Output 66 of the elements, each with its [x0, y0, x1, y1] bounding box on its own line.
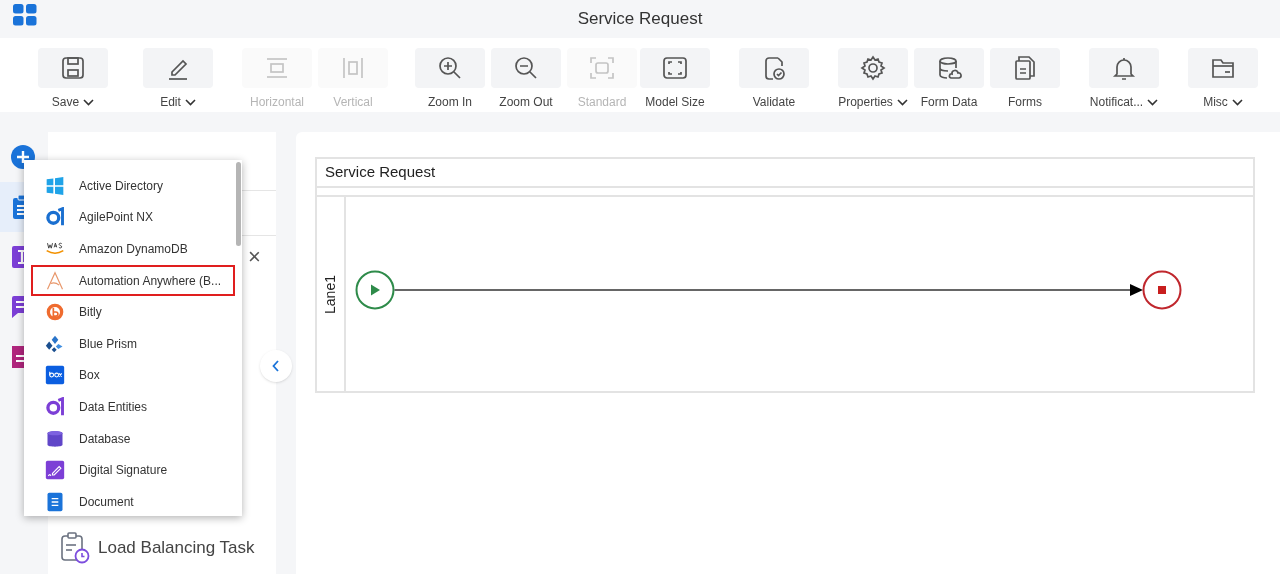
toolbar-label: Properties	[838, 94, 893, 111]
toolbar-button[interactable]	[739, 48, 809, 88]
frame-icon	[588, 54, 616, 82]
menu-item[interactable]: Bitly	[31, 296, 235, 328]
ring-icon	[45, 396, 65, 417]
toolbar-label: Zoom In	[428, 94, 472, 111]
menu-item[interactable]: Box	[31, 359, 235, 392]
menu-item[interactable]: Data Entities	[31, 391, 235, 423]
toolbar-menu-button[interactable]	[1089, 48, 1159, 88]
toolbar-label: Misc	[1203, 94, 1228, 111]
toolbar-label: Validate	[752, 94, 796, 111]
chevron-down-icon[interactable]	[1231, 98, 1243, 106]
end-event[interactable]	[1142, 270, 1182, 310]
toolbar-label: Forms	[1008, 94, 1042, 111]
chevron-down-icon[interactable]	[184, 98, 196, 106]
toolbar-label: Standard	[577, 94, 627, 111]
menu-item[interactable]: Blue Prism	[31, 327, 235, 360]
ring-letter-icon	[45, 302, 65, 323]
toolbar-label: Zoom Out	[499, 94, 553, 111]
database-icon	[45, 428, 65, 449]
app-grid-icon[interactable]	[13, 4, 37, 26]
menu-item[interactable]: Active Directory	[31, 170, 235, 202]
box-icon	[45, 365, 65, 386]
document-icon	[45, 491, 65, 512]
flow-arrow[interactable]	[393, 284, 1143, 296]
toolbar-label: Save	[51, 94, 80, 111]
toolbar-menu-button[interactable]	[1188, 48, 1258, 88]
chevron-left-icon	[272, 360, 280, 372]
toolbar-button[interactable]	[640, 48, 710, 88]
toolbar-label: Model Size	[645, 94, 705, 111]
close-button[interactable]: ×	[248, 246, 261, 268]
clipboard-clock-icon	[60, 532, 90, 564]
fit-frame-icon	[661, 54, 689, 82]
toolbar-menu-button[interactable]	[143, 48, 213, 88]
toolbar-menu-button[interactable]	[38, 48, 108, 88]
windows-icon	[45, 175, 65, 196]
toolbar-label: Horizontal	[250, 94, 304, 111]
menu-item[interactable]: Amazon DynamoDB	[31, 233, 235, 265]
toolbar-button[interactable]	[990, 48, 1060, 88]
menu-item[interactable]: Database	[31, 422, 235, 455]
toolbar-menu-button[interactable]	[838, 48, 908, 88]
menu-item[interactable]: AgilePoint NX	[31, 201, 235, 234]
toolbar-label: Vertical	[333, 94, 373, 111]
signature-icon	[45, 460, 65, 481]
toolbar-label: Form Data	[920, 94, 978, 111]
start-event[interactable]	[355, 270, 395, 310]
lane-label: Lane1	[321, 274, 339, 314]
toolbar-label: Notificat...	[1089, 94, 1144, 111]
gear-icon	[859, 54, 887, 82]
ring-icon	[45, 207, 65, 228]
toolbar-button[interactable]	[415, 48, 485, 88]
chevron-down-icon[interactable]	[896, 98, 908, 106]
page-title: Service Request	[577, 8, 703, 31]
menu-item[interactable]: Document	[31, 485, 235, 516]
pool-title: Service Request	[325, 162, 436, 183]
diamonds-icon	[45, 333, 65, 354]
chevron-down-icon[interactable]	[1147, 98, 1159, 106]
menu-item[interactable]: Automation Anywhere (B...	[31, 264, 235, 297]
scrollbar-thumb[interactable]	[236, 162, 241, 246]
chevron-down-icon[interactable]	[83, 98, 95, 106]
toolbar-button[interactable]	[914, 48, 984, 88]
menu-item[interactable]: Digital Signature	[31, 454, 235, 486]
toolbar-label: Edit	[160, 94, 181, 111]
toolbar-button[interactable]	[491, 48, 561, 88]
activity-item[interactable]: Load Balancing Task	[98, 535, 255, 561]
triangle-letter-icon	[45, 270, 65, 291]
